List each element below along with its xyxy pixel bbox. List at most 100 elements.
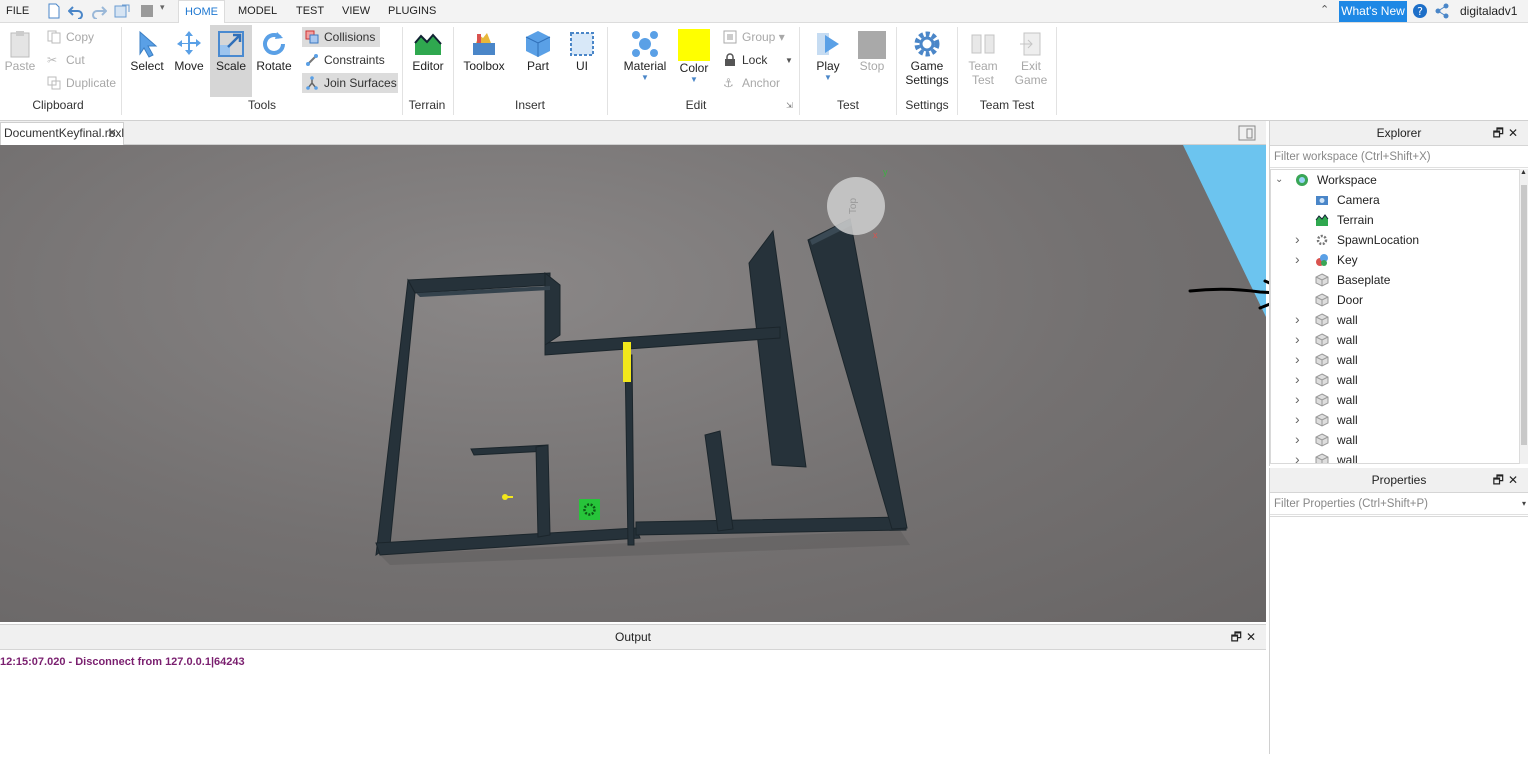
stop-square-icon[interactable] — [139, 3, 155, 19]
team-test-button[interactable]: Team Test — [962, 29, 1004, 87]
whats-new-button[interactable]: What's New — [1339, 1, 1407, 22]
spawn-location-part[interactable] — [579, 499, 600, 520]
filter-dropdown-icon[interactable]: ▾ — [1522, 493, 1526, 515]
username-label[interactable]: digitaladv1 — [1460, 0, 1517, 23]
share-icon[interactable] — [1434, 3, 1450, 19]
material-button[interactable]: Material ▼ — [620, 29, 670, 82]
tab-view[interactable]: VIEW — [338, 0, 374, 23]
chevron-right-icon[interactable]: › — [1295, 409, 1305, 429]
close-icon[interactable]: ✕ — [1508, 126, 1522, 140]
explorer-item-key[interactable]: › Key — [1271, 250, 1519, 270]
properties-filter-input[interactable]: Filter Properties (Ctrl+Shift+P) ▾ — [1270, 493, 1528, 515]
exit-game-button[interactable]: Exit Game — [1010, 29, 1052, 87]
file-menu[interactable]: FILE — [2, 0, 33, 23]
chevron-right-icon[interactable]: › — [1295, 349, 1305, 369]
explorer-item-terrain[interactable]: Terrain — [1271, 210, 1519, 230]
explorer-item-camera[interactable]: Camera — [1271, 190, 1519, 210]
toolbox-button[interactable]: Toolbox — [460, 29, 508, 73]
explorer-item-baseplate[interactable]: Baseplate — [1271, 270, 1519, 290]
chevron-right-icon[interactable]: › — [1295, 389, 1305, 409]
explorer-filter-input[interactable]: Filter workspace (Ctrl+Shift+X) — [1270, 146, 1528, 168]
team-test-label-line2: Test — [971, 73, 994, 87]
collisions-toggle[interactable]: Collisions — [302, 27, 380, 47]
chevron-right-icon[interactable]: › — [1295, 249, 1305, 269]
chevron-right-icon[interactable]: › — [1295, 449, 1305, 463]
explorer-item-spawnlocation[interactable]: › SpawnLocation — [1271, 230, 1519, 250]
cut-button[interactable]: ✂ Cut — [44, 50, 85, 70]
game-settings-button[interactable]: Game Settings — [902, 29, 952, 87]
explorer-item-wall[interactable]: › wall — [1271, 430, 1519, 450]
explorer-item-workspace[interactable]: ⌄ Workspace — [1271, 170, 1519, 190]
tab-test[interactable]: TEST — [292, 0, 328, 23]
explorer-item-wall[interactable]: › wall — [1271, 390, 1519, 410]
explorer-item-label: Camera — [1337, 193, 1380, 207]
lock-button[interactable]: Lock — [720, 50, 767, 70]
tab-plugins[interactable]: PLUGINS — [384, 0, 440, 23]
collapse-ribbon-icon[interactable]: ⌃ — [1320, 3, 1336, 19]
3d-viewport[interactable]: Top y x — [0, 145, 1266, 622]
new-file-icon[interactable] — [46, 3, 62, 19]
chevron-down-icon[interactable]: ⌄ — [1275, 170, 1285, 190]
explorer-item-label: wall — [1337, 453, 1358, 464]
axis-y-label: y — [883, 167, 888, 177]
chevron-right-icon[interactable]: › — [1295, 369, 1305, 389]
part-button[interactable]: Part — [520, 29, 556, 73]
document-tab[interactable]: DocumentKeyfinal.rbxl ✕ — [0, 122, 124, 145]
close-tab-icon[interactable]: ✕ — [107, 123, 117, 144]
ui-button[interactable]: UI — [566, 29, 598, 73]
restore-icon[interactable]: 🗗 — [1493, 473, 1508, 487]
scrollbar-thumb[interactable] — [1521, 185, 1527, 445]
device-emulator-icon[interactable] — [1238, 125, 1256, 141]
close-icon[interactable]: ✕ — [1508, 473, 1522, 487]
quick-access-dropdown-icon[interactable]: ▾ — [160, 2, 176, 18]
undo-icon[interactable] — [68, 3, 84, 19]
door-part[interactable] — [623, 342, 631, 382]
play-button[interactable]: Play ▼ — [808, 29, 848, 82]
restore-icon[interactable]: 🗗 — [1493, 126, 1508, 140]
restore-icon[interactable]: 🗗 — [1231, 630, 1246, 644]
chevron-right-icon[interactable]: › — [1295, 309, 1305, 329]
publish-icon[interactable] — [114, 3, 130, 19]
explorer-item-door[interactable]: Door — [1271, 290, 1519, 310]
anchor-button[interactable]: ⚓ Anchor — [720, 73, 780, 93]
color-dropdown-icon: ▼ — [690, 75, 698, 84]
explorer-item-wall[interactable]: › wall — [1271, 449, 1519, 464]
edit-expand-icon[interactable]: ⇲ — [786, 101, 793, 110]
explorer-item-wall[interactable]: › wall — [1271, 410, 1519, 430]
explorer-scrollbar[interactable]: ▲ — [1519, 169, 1528, 464]
explorer-item-wall[interactable]: › wall — [1271, 370, 1519, 390]
explorer-item-label: wall — [1337, 433, 1358, 447]
select-button[interactable]: Select — [128, 29, 166, 73]
redo-icon[interactable] — [91, 3, 107, 19]
help-icon[interactable]: ? — [1412, 3, 1428, 19]
join-surfaces-toggle[interactable]: Join Surfaces — [302, 73, 398, 93]
tab-home[interactable]: HOME — [178, 0, 225, 24]
rotate-button[interactable]: Rotate — [254, 29, 294, 73]
close-icon[interactable]: ✕ — [1246, 630, 1260, 644]
group-button[interactable]: Group ▾ — [720, 27, 785, 47]
paste-button[interactable]: Paste — [4, 29, 36, 73]
tab-model[interactable]: MODEL — [234, 0, 281, 23]
properties-panel: Properties 🗗✕ Filter Properties (Ctrl+Sh… — [1269, 468, 1528, 754]
lock-dropdown-icon[interactable]: ▼ — [785, 56, 793, 65]
explorer-item-wall[interactable]: › wall — [1271, 330, 1519, 350]
part-icon — [1315, 433, 1329, 447]
scale-button[interactable]: Scale — [212, 29, 250, 73]
explorer-item-label: wall — [1337, 333, 1358, 347]
stop-button[interactable]: Stop — [854, 29, 890, 73]
duplicate-button[interactable]: Duplicate — [44, 73, 116, 93]
move-button[interactable]: Move — [170, 29, 208, 73]
explorer-controls: 🗗✕ — [1493, 121, 1522, 146]
chevron-right-icon[interactable]: › — [1295, 329, 1305, 349]
key-part[interactable] — [502, 494, 513, 500]
stop-icon — [858, 31, 886, 59]
copy-button[interactable]: Copy — [44, 27, 94, 47]
chevron-right-icon[interactable]: › — [1295, 229, 1305, 249]
scroll-up-icon[interactable]: ▲ — [1520, 169, 1527, 176]
color-button[interactable]: Color ▼ — [676, 29, 712, 84]
terrain-editor-button[interactable]: Editor — [407, 29, 449, 73]
explorer-item-wall[interactable]: › wall — [1271, 310, 1519, 330]
explorer-item-wall[interactable]: › wall — [1271, 350, 1519, 370]
chevron-right-icon[interactable]: › — [1295, 429, 1305, 449]
constraints-toggle[interactable]: Constraints — [302, 50, 385, 70]
